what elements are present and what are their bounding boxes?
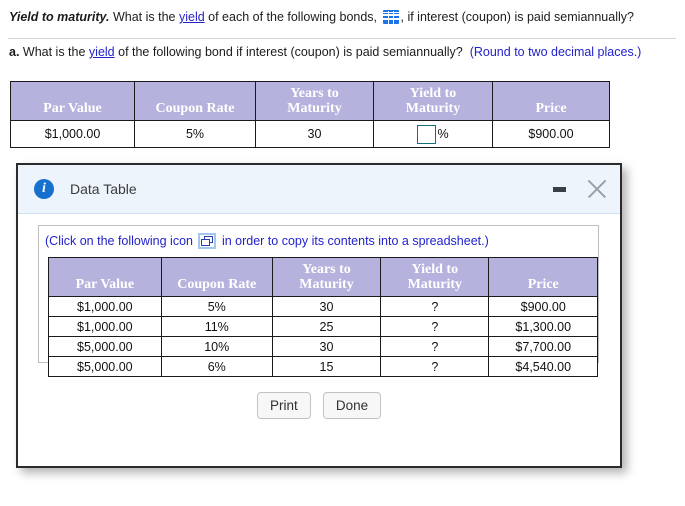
data-table-panel: (Click on the following icon in order to… [38, 225, 599, 377]
cell-years-to-maturity: 30 [271, 336, 382, 357]
section-divider [8, 38, 676, 39]
done-button[interactable]: Done [322, 392, 382, 419]
table-row: $5,000.00 6% 15 ? $4,540.00 [48, 356, 598, 377]
table-row: $5,000.00 10% 30 ? $7,700.00 [48, 336, 598, 357]
table-row: $1,000.00 5% 30 ? $900.00 [48, 296, 598, 317]
cell-years-to-maturity: 30 [255, 120, 374, 148]
part-text-1: What is the [19, 45, 89, 59]
cell-coupon-rate: 10% [160, 336, 273, 357]
dialog-button-row: Print Done [18, 392, 620, 419]
header-par-value-label: Par Value [75, 277, 135, 292]
cell-price: $7,700.00 [488, 336, 598, 357]
question-line-main: Yield to maturity. What is the yield of … [0, 0, 685, 34]
grid-table-icon[interactable] [382, 10, 399, 24]
table-header-row: Par Value Coupon Rate Years to Maturity Y… [10, 81, 610, 121]
answer-table: Par Value Coupon Rate Years to Maturity Y… [10, 81, 610, 148]
header-yield-to-maturity: Yield to Maturity [373, 81, 493, 121]
cell-yield-input[interactable]: % [373, 120, 493, 148]
dialog-header: i Data Table [18, 165, 620, 214]
part-text-2: of the following bond if interest (coupo… [114, 45, 463, 59]
cell-par-value: $1,000.00 [10, 120, 135, 148]
cell-years-to-maturity: 15 [271, 356, 382, 377]
cell-yield-to-maturity: ? [380, 356, 490, 377]
cell-par-value: $1,000.00 [48, 296, 162, 317]
cell-par-value: $5,000.00 [48, 336, 162, 357]
copy-to-spreadsheet-icon[interactable] [198, 233, 217, 249]
header-price: Price [492, 81, 610, 121]
header-years-line1: Years to [302, 262, 351, 277]
header-yield-line1: Yield to [409, 86, 457, 101]
cell-price: $4,540.00 [488, 356, 598, 377]
header-years-line1: Years to [290, 86, 339, 101]
cell-coupon-rate: 11% [160, 316, 273, 337]
header-years-to-maturity: Years to Maturity [271, 257, 382, 297]
cell-coupon-rate: 6% [160, 356, 273, 377]
header-yield-line2: Maturity [405, 101, 461, 116]
copy-note-before: (Click on the following icon [45, 234, 197, 248]
header-price: Price [488, 257, 598, 297]
close-icon[interactable] [582, 174, 612, 204]
table-header-row: Par Value Coupon Rate Years to Maturity Y… [48, 257, 598, 297]
header-par-value-label: Par Value [43, 101, 102, 116]
header-coupon-rate: Coupon Rate [160, 257, 273, 297]
cell-price: $900.00 [492, 120, 610, 148]
cell-years-to-maturity: 30 [271, 296, 382, 317]
yield-link-main[interactable]: yield [179, 10, 205, 24]
header-coupon-rate-label: Coupon Rate [177, 277, 257, 292]
cell-price: $1,300.00 [488, 316, 598, 337]
minimize-icon[interactable] [546, 176, 572, 202]
copy-note-after: in order to copy its contents into a spr… [218, 234, 489, 248]
dialog-title: Data Table [70, 181, 137, 197]
question-text-3: , if interest (coupon) is paid semiannua… [400, 10, 634, 24]
cell-yield-to-maturity: ? [380, 316, 490, 337]
cell-yield-to-maturity: ? [380, 336, 490, 357]
header-yield-line2: Maturity [407, 277, 463, 292]
cell-years-to-maturity: 25 [271, 316, 382, 337]
question-text-1: What is the [109, 10, 179, 24]
table-row: $1,000.00 11% 25 ? $1,300.00 [48, 316, 598, 337]
header-par-value: Par Value [10, 81, 135, 121]
header-years-to-maturity: Years to Maturity [255, 81, 374, 121]
header-yield-line1: Yield to [411, 262, 459, 277]
question-area: Yield to maturity. What is the yield of … [0, 0, 685, 69]
data-table-dialog: i Data Table (Click on the following ico… [16, 163, 622, 468]
cell-coupon-rate: 5% [160, 296, 273, 317]
print-button[interactable]: Print [256, 392, 311, 419]
dialog-body: (Click on the following icon in order to… [18, 214, 620, 467]
header-years-line2: Maturity [287, 101, 342, 116]
header-yield-to-maturity: Yield to Maturity [380, 257, 490, 297]
yield-link-part-a[interactable]: yield [89, 45, 115, 59]
dialog-data-table: Par Value Coupon Rate Years to Maturity Y… [48, 257, 598, 377]
header-price-label: Price [527, 277, 559, 292]
cell-par-value: $5,000.00 [48, 356, 162, 377]
header-price-label: Price [535, 101, 567, 116]
copy-instruction: (Click on the following icon in order to… [39, 226, 598, 249]
header-years-line2: Maturity [299, 277, 354, 292]
header-coupon-rate-label: Coupon Rate [155, 101, 235, 116]
rounding-note: (Round to two decimal places.) [469, 45, 642, 59]
window-controls [546, 165, 612, 213]
cell-coupon-rate: 5% [134, 120, 256, 148]
question-line-part-a: a. What is the yield of the following bo… [0, 34, 685, 69]
header-coupon-rate: Coupon Rate [134, 81, 256, 121]
header-par-value: Par Value [48, 257, 162, 297]
info-icon: i [34, 179, 54, 199]
percent-sign: % [437, 127, 449, 141]
table-row: $1,000.00 5% 30 % $900.00 [10, 120, 610, 148]
part-label: a. [9, 45, 20, 59]
yield-answer-input[interactable] [417, 124, 437, 144]
cell-yield-to-maturity: ? [380, 296, 490, 317]
cell-par-value: $1,000.00 [48, 316, 162, 337]
question-title: Yield to maturity. [9, 10, 110, 24]
cell-price: $900.00 [488, 296, 598, 317]
question-text-2: of each of the following bonds, [204, 10, 381, 24]
